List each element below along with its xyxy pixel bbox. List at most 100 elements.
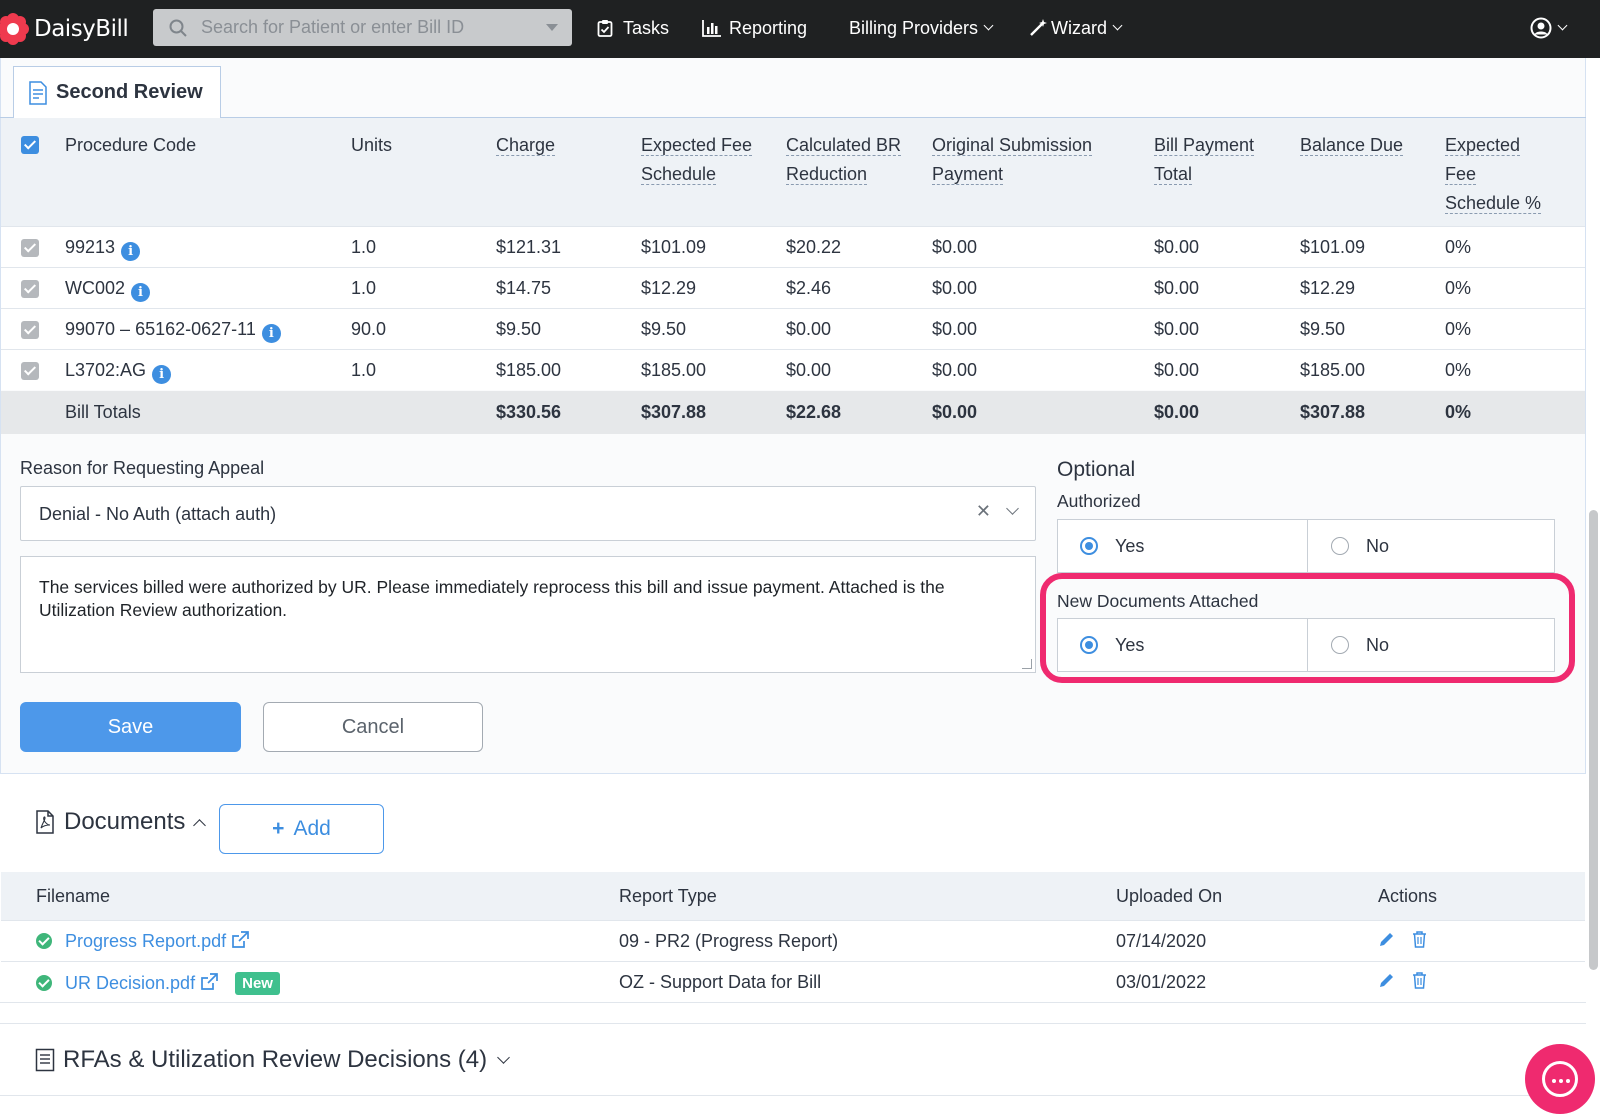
- cell-orig: $0.00: [932, 237, 978, 257]
- total-orig: $0.00: [932, 402, 978, 422]
- trash-icon[interactable]: [1412, 931, 1427, 948]
- reason-label: Reason for Requesting Appeal: [20, 458, 265, 478]
- total-pct: 0%: [1445, 402, 1472, 422]
- total-charge: $330.56: [496, 402, 562, 422]
- external-link-icon[interactable]: [200, 973, 218, 991]
- rfa-title: RFAs & Utilization Review Decisions (4): [63, 1046, 488, 1073]
- clear-icon[interactable]: ✕: [976, 501, 991, 522]
- cell-orig: $0.00: [932, 360, 978, 380]
- reason-select[interactable]: Denial - No Auth (attach auth) ✕: [20, 486, 1036, 541]
- search-dropdown-icon[interactable]: [546, 24, 558, 31]
- total-fee: $307.88: [641, 402, 707, 422]
- trash-icon[interactable]: [1412, 972, 1427, 989]
- external-link-icon[interactable]: [231, 931, 249, 949]
- row-checkbox[interactable]: [21, 362, 39, 380]
- search-input[interactable]: Search for Patient or enter Bill ID: [153, 9, 572, 46]
- nav-tasks[interactable]: Tasks: [597, 0, 669, 56]
- radio-selected-icon[interactable]: [1080, 537, 1098, 555]
- divider: [0, 1002, 1586, 1003]
- cell-fee: $9.50: [641, 319, 687, 339]
- list-document-icon: [35, 1048, 55, 1072]
- chevron-up-icon[interactable]: [193, 818, 207, 832]
- cell-pct: 0%: [1445, 319, 1472, 339]
- cell-balance: $185.00: [1300, 360, 1366, 380]
- filename-link[interactable]: UR Decision.pdf: [65, 973, 195, 993]
- cell-pct: 0%: [1445, 278, 1472, 298]
- check-circle-icon: [36, 975, 52, 991]
- header-expected-fee-schedule: Expected Fee Schedule: [641, 135, 753, 185]
- daisy-logo-icon: [0, 12, 30, 46]
- cell-units: 90.0: [351, 319, 387, 339]
- scrollbar[interactable]: [1589, 510, 1598, 970]
- divider: [0, 1023, 1586, 1024]
- header-balance-due: Balance Due: [1300, 135, 1404, 156]
- cell-br: $0.00: [786, 360, 832, 380]
- documents-header[interactable]: Documents: [35, 808, 207, 836]
- info-icon[interactable]: i: [121, 242, 141, 261]
- cancel-button[interactable]: Cancel: [263, 702, 483, 752]
- radio-unselected-icon[interactable]: [1331, 537, 1349, 555]
- cell-actions: [1378, 931, 1427, 953]
- cell-pct: 0%: [1445, 237, 1472, 257]
- info-icon[interactable]: i: [131, 283, 151, 302]
- pencil-icon[interactable]: [1378, 972, 1395, 989]
- chevron-down-icon[interactable]: [1006, 502, 1019, 515]
- info-icon[interactable]: i: [261, 324, 281, 343]
- user-menu[interactable]: [1530, 0, 1568, 56]
- document-row: UR Decision.pdf New OZ - Support Data fo…: [1, 961, 1585, 1002]
- document-icon: [29, 80, 47, 105]
- tab-second-review[interactable]: Second Review: [13, 66, 221, 118]
- documents-table-header: [1, 872, 1585, 920]
- document-row: Progress Report.pdf 09 - PR2 (Progress R…: [1, 920, 1585, 961]
- nav-billing-providers-label: Billing Providers: [849, 17, 979, 38]
- reason-value: Denial - No Auth (attach auth): [39, 504, 277, 524]
- cell-bpt: $0.00: [1154, 278, 1200, 298]
- chevron-down-icon[interactable]: [497, 1050, 510, 1064]
- cell-units: 1.0: [351, 237, 377, 257]
- pencil-icon[interactable]: [1378, 931, 1395, 948]
- table-row: 99070 – 65162-0627-11 i 90.0 $9.50 $9.50 …: [1, 308, 1585, 349]
- row-checkbox[interactable]: [21, 239, 39, 257]
- pdf-file-icon: [36, 810, 54, 834]
- row-checkbox[interactable]: [21, 321, 39, 339]
- total-bpt: $0.00: [1154, 402, 1200, 422]
- cell-code: WC002 i: [65, 278, 151, 302]
- cell-actions: [1378, 972, 1427, 994]
- resize-handle-icon[interactable]: [1022, 659, 1032, 669]
- total-br: $22.68: [786, 402, 842, 422]
- table-row: 99213 i 1.0 $121.31 $101.09 $20.22 $0.00 …: [1, 226, 1585, 267]
- rfa-section-header[interactable]: RFAs & Utilization Review Decisions (4): [35, 1046, 510, 1074]
- header-units: Units: [351, 135, 393, 155]
- table-row: WC002 i 1.0 $14.75 $12.29 $2.46 $0.00 $0.…: [1, 267, 1585, 308]
- cell-br: $2.46: [786, 278, 832, 298]
- info-icon[interactable]: i: [152, 365, 172, 384]
- divider: [0, 1095, 1586, 1096]
- row-checkbox[interactable]: [21, 280, 39, 298]
- cell-orig: $0.00: [932, 278, 978, 298]
- authorized-yes-option[interactable]: Yes: [1058, 520, 1307, 572]
- documents-title: Documents: [64, 808, 186, 835]
- authorized-radio-group: Yes No: [1057, 519, 1555, 573]
- header-procedure-code: Procedure Code: [65, 135, 197, 155]
- logo[interactable]: DaisyBill: [0, 12, 129, 46]
- add-document-button[interactable]: + Add: [219, 804, 384, 854]
- chat-button[interactable]: [1525, 1044, 1595, 1114]
- select-all-checkbox[interactable]: [21, 136, 39, 154]
- header-uploaded-on: Uploaded On: [1116, 886, 1223, 906]
- authorized-no-option[interactable]: No: [1307, 520, 1556, 572]
- nav-reporting-label: Reporting: [729, 17, 808, 38]
- nav-wizard[interactable]: Wizard: [1029, 0, 1123, 56]
- save-button[interactable]: Save: [20, 702, 241, 752]
- search-placeholder: Search for Patient or enter Bill ID: [201, 17, 465, 37]
- appeal-comment-textarea[interactable]: The services billed were authorized by U…: [20, 556, 1036, 673]
- cell-charge: $14.75: [496, 278, 552, 298]
- nav-billing-providers[interactable]: Billing Providers: [849, 0, 994, 56]
- header-calculated-br-reduction: Calculated BR Reduction: [786, 135, 902, 185]
- cell-bpt: $0.00: [1154, 319, 1200, 339]
- cell-fee: $185.00: [641, 360, 707, 380]
- tab-label: Second Review: [56, 81, 203, 103]
- header-charge: Charge: [496, 135, 556, 156]
- filename-link[interactable]: Progress Report.pdf: [65, 931, 226, 951]
- cell-balance: $12.29: [1300, 278, 1356, 298]
- nav-reporting[interactable]: Reporting: [702, 0, 807, 56]
